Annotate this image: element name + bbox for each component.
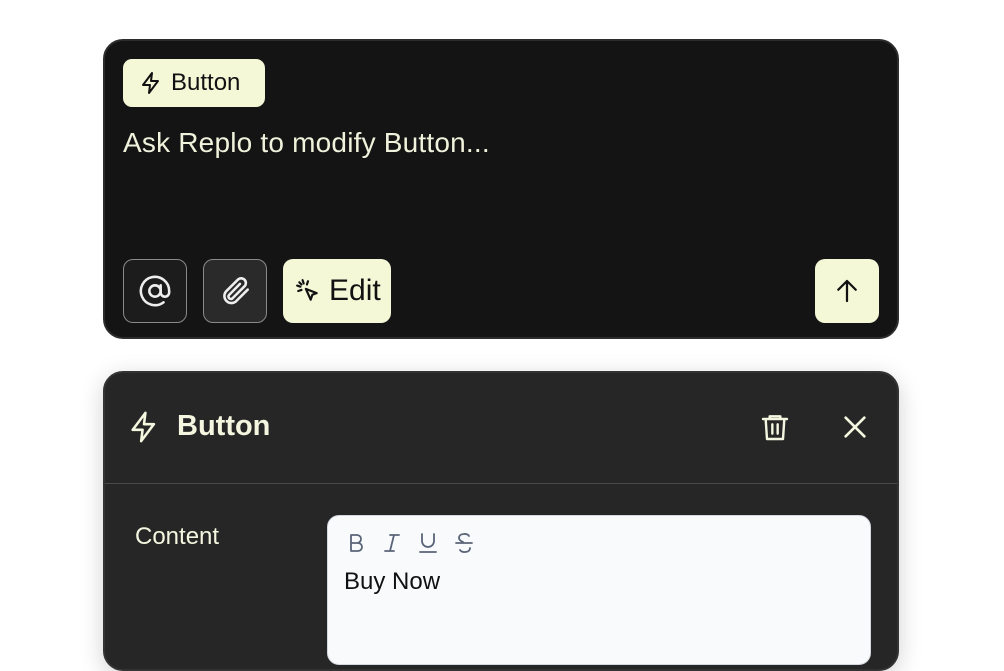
- element-panel: Button Content Buy Now: [103, 371, 899, 671]
- chip-label: Button: [171, 69, 241, 96]
- edit-button[interactable]: Edit: [283, 259, 391, 323]
- delete-button[interactable]: [755, 407, 795, 447]
- cursor-click-icon: [296, 279, 318, 301]
- trash-icon: [761, 415, 789, 441]
- panel-title: Button: [177, 410, 271, 442]
- lightning-bolt-icon: [142, 72, 159, 94]
- format-toolbar: [342, 528, 478, 558]
- close-icon: [844, 416, 866, 438]
- lightning-bolt-icon: [131, 411, 156, 443]
- strikethrough-icon: [455, 533, 473, 553]
- underline-button[interactable]: [414, 528, 442, 558]
- ai-prompt-card: Button Ask Replo to modify Button... Edi…: [103, 39, 899, 339]
- content-editor[interactable]: Buy Now: [327, 515, 871, 665]
- at-sign-icon: [139, 275, 171, 307]
- strikethrough-button[interactable]: [450, 528, 478, 558]
- arrow-up-icon: [837, 279, 857, 303]
- selected-element-chip[interactable]: Button: [123, 59, 265, 107]
- underline-icon: [419, 533, 437, 553]
- editor-text[interactable]: Buy Now: [344, 568, 440, 596]
- bold-button[interactable]: [342, 528, 370, 558]
- prompt-input[interactable]: Ask Replo to modify Button...: [123, 127, 490, 159]
- italic-button[interactable]: [378, 528, 406, 558]
- attach-button[interactable]: [203, 259, 267, 323]
- content-label: Content: [135, 523, 220, 550]
- edit-label: Edit: [329, 274, 381, 307]
- send-button[interactable]: [815, 259, 879, 323]
- italic-icon: [384, 534, 400, 552]
- mention-button[interactable]: [123, 259, 187, 323]
- paperclip-icon: [223, 277, 250, 305]
- close-button[interactable]: [835, 407, 875, 447]
- bold-icon: [350, 534, 363, 552]
- panel-header: Button: [105, 373, 897, 484]
